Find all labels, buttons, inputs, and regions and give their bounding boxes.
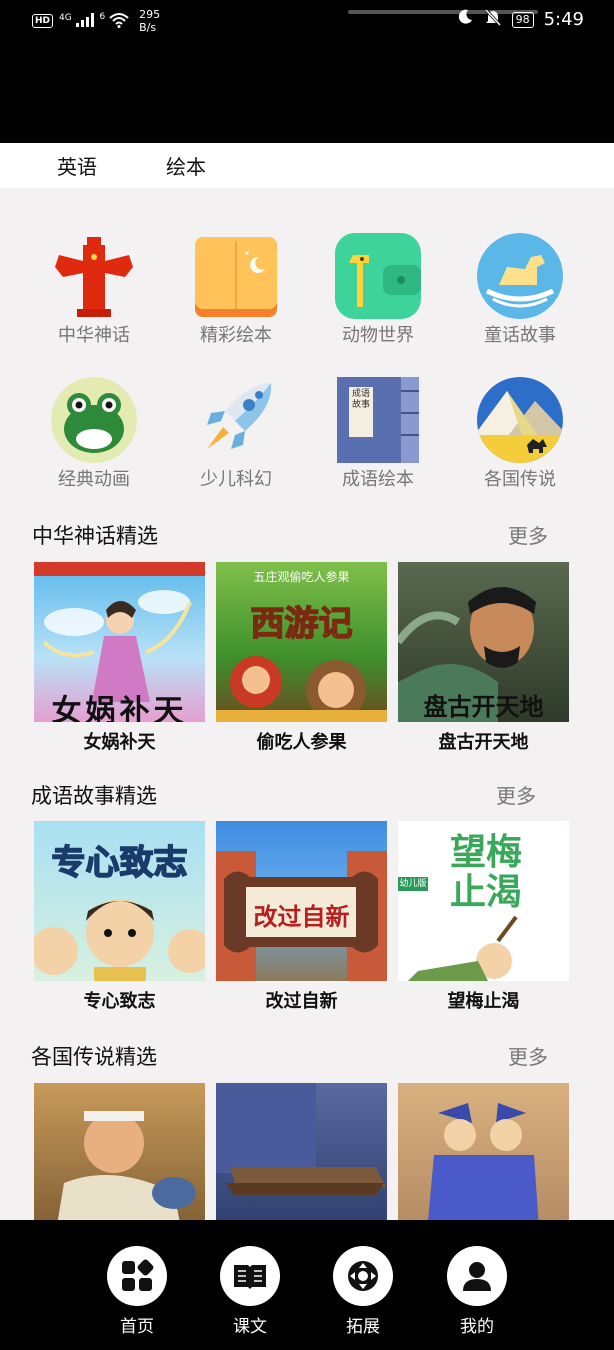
moon-icon bbox=[456, 8, 474, 31]
section-header-myths: 中华神话精选 更多 bbox=[0, 520, 614, 560]
ball-icon bbox=[333, 1246, 393, 1306]
story-thumbnail bbox=[216, 1083, 387, 1220]
thumbnail-title: 西游记 bbox=[250, 603, 354, 645]
story-card[interactable]: 幼儿版 望梅止渴 望梅止渴 bbox=[398, 821, 569, 1013]
story-thumbnail: 盘古开天地 bbox=[398, 562, 569, 722]
thumbnail-title: 盘古开天地 bbox=[423, 692, 544, 721]
hd-badge: HD bbox=[32, 14, 54, 28]
idiom-book-icon: 成语故事 bbox=[335, 377, 421, 463]
story-thumbnail: 改过自新 bbox=[216, 821, 387, 981]
signal-icon: 4G bbox=[59, 12, 94, 30]
book-moon-icon bbox=[193, 233, 279, 319]
story-title: 专心致志 bbox=[83, 991, 156, 1012]
category-fairy-tales[interactable]: 童话故事 bbox=[450, 233, 590, 347]
story-card[interactable] bbox=[398, 1083, 569, 1220]
story-thumbnail bbox=[398, 1083, 569, 1220]
story-thumbnail: 女娲补天 bbox=[34, 562, 205, 722]
rocking-horse-icon bbox=[477, 233, 563, 319]
battery-indicator: 98 bbox=[511, 11, 534, 28]
giraffe-icon bbox=[335, 233, 421, 319]
section-title: 各国传说精选 bbox=[31, 1045, 157, 1069]
category-world-legends[interactable]: 各国传说 bbox=[450, 377, 590, 491]
thumbnail-badge: 幼儿版 bbox=[399, 879, 427, 889]
story-title: 女娲补天 bbox=[83, 732, 156, 753]
story-card[interactable] bbox=[216, 1083, 387, 1220]
story-title: 改过自新 bbox=[265, 991, 338, 1012]
category-chinese-myths[interactable]: 中华神话 bbox=[24, 233, 164, 347]
app-content: 英语 绘本 中华神话 精彩绘本 动物世界 童话故事 经典动画 少儿科幻 成语故事… bbox=[0, 143, 614, 1220]
category-idiom-books[interactable]: 成语故事 成语绘本 bbox=[308, 377, 448, 491]
nav-texts[interactable]: 课文 bbox=[215, 1246, 285, 1337]
section-title: 中华神话精选 bbox=[32, 524, 158, 548]
category-animal-world[interactable]: 动物世界 bbox=[308, 233, 448, 347]
story-card[interactable]: 专心致志 专心致志 bbox=[34, 821, 205, 1013]
more-link[interactable]: 更多 bbox=[496, 780, 536, 809]
thumbnail-title: 专心致志 bbox=[51, 842, 189, 884]
open-book-icon bbox=[220, 1246, 280, 1306]
category-picture-books[interactable]: 精彩绘本 bbox=[166, 233, 306, 347]
section-header-legends: 各国传说精选 更多 bbox=[0, 1041, 614, 1081]
story-thumbnail: 五庄观偷吃人参果 西游记 bbox=[216, 562, 387, 722]
category-classic-animation[interactable]: 经典动画 bbox=[24, 377, 164, 491]
idiom-book-label: 成语故事 bbox=[351, 389, 370, 410]
section-title: 成语故事精选 bbox=[31, 784, 157, 808]
story-card[interactable]: 女娲补天 女娲补天 bbox=[34, 562, 205, 754]
story-title: 盘古开天地 bbox=[438, 732, 529, 753]
rocket-icon bbox=[193, 377, 279, 463]
story-thumbnail: 专心致志 bbox=[34, 821, 205, 981]
story-card[interactable] bbox=[34, 1083, 205, 1220]
more-link[interactable]: 更多 bbox=[508, 520, 548, 549]
story-thumbnail: 幼儿版 望梅止渴 bbox=[398, 821, 569, 981]
user-icon bbox=[447, 1246, 507, 1306]
story-card[interactable]: 改过自新 改过自新 bbox=[216, 821, 387, 1013]
bottom-nav: 首页 课文 拓展 我的 bbox=[0, 1220, 614, 1350]
home-grid-icon bbox=[107, 1246, 167, 1306]
thumbnail-subtitle: 五庄观偷吃人参果 bbox=[253, 570, 350, 584]
story-thumbnail bbox=[34, 1083, 205, 1220]
status-bar: HD 4G 6 295 B/s 98 5:49 bbox=[0, 0, 614, 143]
story-card[interactable]: 五庄观偷吃人参果 西游记 偷吃人参果 bbox=[216, 562, 387, 754]
pyramid-icon bbox=[477, 377, 563, 463]
status-right: 98 5:49 bbox=[456, 8, 584, 31]
clock: 5:49 bbox=[543, 9, 584, 30]
tab-picture-book[interactable]: 绘本 bbox=[166, 151, 206, 180]
thumbnail-title: 望梅止渴 bbox=[449, 832, 522, 913]
mute-bell-icon bbox=[484, 8, 502, 31]
wifi-icon: 6 bbox=[100, 12, 130, 31]
nav-mine[interactable]: 我的 bbox=[442, 1246, 512, 1337]
more-link[interactable]: 更多 bbox=[508, 1041, 548, 1070]
nav-home[interactable]: 首页 bbox=[102, 1246, 172, 1337]
story-card[interactable]: 盘古开天地 盘古开天地 bbox=[398, 562, 569, 754]
net-speed: 295 B/s bbox=[139, 8, 161, 34]
status-left: HD 4G 6 295 B/s bbox=[32, 8, 160, 34]
section-header-idioms: 成语故事精选 更多 bbox=[0, 780, 614, 820]
frog-icon bbox=[51, 377, 137, 463]
category-kids-scifi[interactable]: 少儿科幻 bbox=[166, 377, 306, 491]
thumbnail-title: 改过自新 bbox=[253, 903, 350, 931]
story-title: 偷吃人参果 bbox=[256, 732, 347, 753]
pillar-icon bbox=[51, 233, 137, 319]
top-tabs: 英语 绘本 bbox=[0, 143, 614, 188]
story-title: 望梅止渴 bbox=[447, 991, 520, 1012]
nav-extend[interactable]: 拓展 bbox=[328, 1246, 398, 1337]
tab-english[interactable]: 英语 bbox=[57, 151, 97, 180]
thumbnail-title: 女娲补天 bbox=[51, 694, 188, 722]
